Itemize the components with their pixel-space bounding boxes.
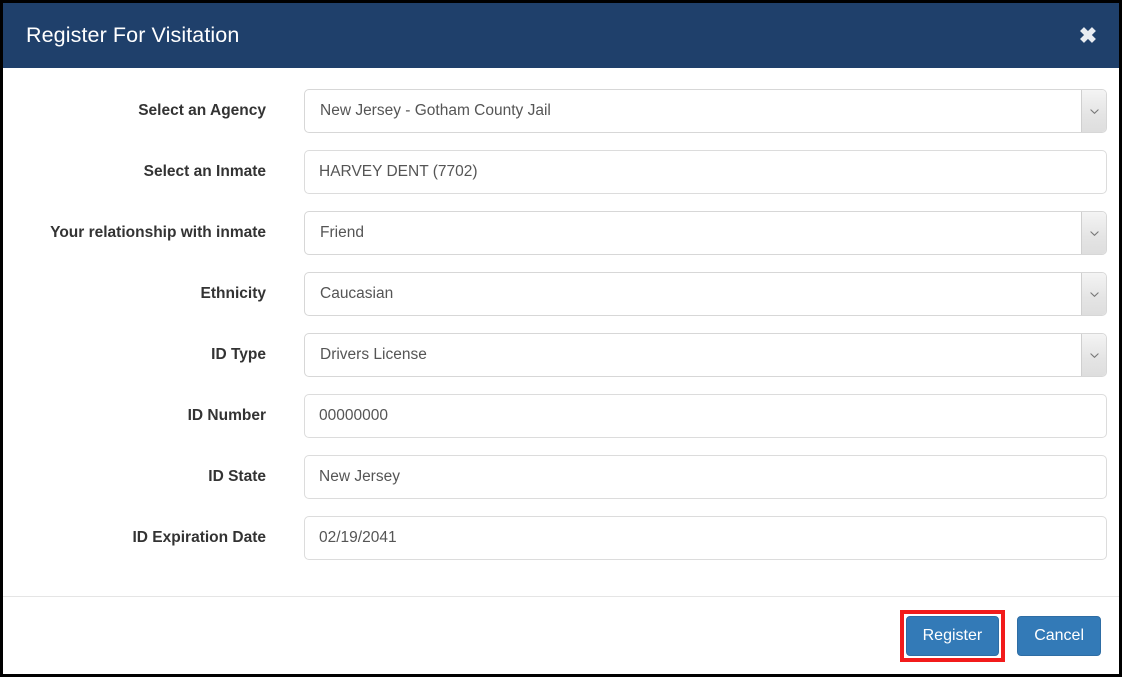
form-row-inmate: Select an Inmate HARVEY DENT (7702): [3, 150, 1119, 194]
label-inmate: Select an Inmate: [143, 162, 266, 180]
form-row-agency: Select an Agency New Jersey - Gotham Coun…: [3, 89, 1119, 133]
label-id-expiration-date: ID Expiration Date: [132, 528, 267, 546]
field-wrap-agency: New Jersey - Gotham County Jail: [304, 89, 1107, 133]
label-ethnicity: Ethnicity: [200, 284, 266, 302]
field-wrap-id-state: New Jersey: [304, 455, 1107, 499]
chevron-down-glyph: [1089, 351, 1099, 360]
chevron-down-icon[interactable]: [1081, 273, 1106, 315]
cancel-button[interactable]: Cancel: [1017, 615, 1101, 656]
field-wrap-id-expiration-date: 02/19/2041: [304, 516, 1107, 560]
select-value-id-type: Drivers License: [320, 346, 427, 363]
field-wrap-id-number: 00000000: [304, 394, 1107, 438]
modal-header: Register For Visitation ✖: [3, 3, 1119, 68]
chevron-down-icon[interactable]: [1081, 212, 1106, 254]
register-button-highlight: Register: [899, 609, 1006, 662]
chevron-down-icon[interactable]: [1081, 90, 1106, 132]
select-id-type[interactable]: Drivers License: [304, 333, 1107, 377]
modal-footer: Register Cancel: [3, 596, 1119, 674]
chevron-down-icon[interactable]: [1081, 334, 1106, 376]
field-wrap-relationship: Friend: [304, 211, 1107, 255]
register-button[interactable]: Register: [905, 615, 1000, 656]
field-wrap-id-type: Drivers License: [304, 333, 1107, 377]
chevron-down-glyph: [1089, 229, 1099, 238]
modal-body: Select an Agency New Jersey - Gotham Coun…: [3, 68, 1119, 596]
form-row-id-state: ID State New Jersey: [3, 455, 1119, 499]
select-ethnicity[interactable]: Caucasian: [304, 272, 1107, 316]
form-row-id-type: ID Type Drivers License: [3, 333, 1119, 377]
label-relationship: Your relationship with inmate: [50, 223, 266, 241]
label-id-type: ID Type: [211, 345, 266, 363]
form-row-relationship: Your relationship with inmate Friend: [3, 211, 1119, 255]
form-row-ethnicity: Ethnicity Caucasian: [3, 272, 1119, 316]
field-wrap-ethnicity: Caucasian: [304, 272, 1107, 316]
page-title: Register For Visitation: [26, 22, 240, 47]
chevron-down-glyph: [1089, 290, 1099, 299]
label-agency: Select an Agency: [138, 101, 266, 119]
chevron-down-glyph: [1089, 107, 1099, 116]
select-agency[interactable]: New Jersey - Gotham County Jail: [304, 89, 1107, 133]
select-value-relationship: Friend: [320, 224, 364, 241]
select-relationship[interactable]: Friend: [304, 211, 1107, 255]
register-for-visitation-modal: Register For Visitation ✖ Select an Agen…: [3, 3, 1119, 674]
select-value-agency: New Jersey - Gotham County Jail: [320, 102, 551, 119]
field-wrap-inmate: HARVEY DENT (7702): [304, 150, 1107, 194]
select-value-ethnicity: Caucasian: [320, 285, 394, 302]
input-id-expiration-date[interactable]: 02/19/2041: [304, 516, 1107, 560]
form-row-id-expiration-date: ID Expiration Date 02/19/2041: [3, 516, 1119, 560]
input-id-state[interactable]: New Jersey: [304, 455, 1107, 499]
close-icon[interactable]: ✖: [1074, 22, 1102, 50]
input-inmate[interactable]: HARVEY DENT (7702): [304, 150, 1107, 194]
label-id-number: ID Number: [187, 406, 266, 424]
form-row-id-number: ID Number 00000000: [3, 394, 1119, 438]
label-id-state: ID State: [208, 467, 266, 485]
input-id-number[interactable]: 00000000: [304, 394, 1107, 438]
